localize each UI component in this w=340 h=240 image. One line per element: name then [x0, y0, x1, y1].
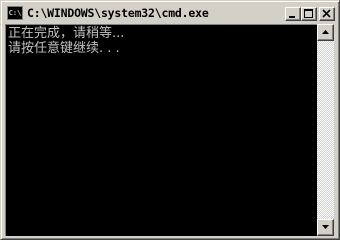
console-line: 正在完成，请稍等... [8, 26, 125, 41]
minimize-icon [289, 16, 295, 18]
minimize-button[interactable] [285, 7, 301, 21]
scroll-down-button[interactable] [317, 219, 334, 236]
maximize-icon [304, 9, 313, 18]
cmd-window: C:\ C:\WINDOWS\system32\cmd.exe 正在完成，请稍等… [0, 0, 340, 240]
window-title: C:\WINDOWS\system32\cmd.exe [27, 6, 209, 20]
console-line: 请按任意键继续. . . [8, 41, 120, 56]
close-button[interactable] [319, 7, 335, 21]
close-icon [322, 9, 331, 18]
arrow-down-icon [322, 225, 329, 229]
title-bar[interactable]: C:\ C:\WINDOWS\system32\cmd.exe [4, 4, 336, 23]
scroll-up-button[interactable] [317, 24, 334, 41]
cmd-icon[interactable]: C:\ [7, 6, 23, 20]
vertical-scrollbar[interactable] [317, 24, 334, 236]
maximize-button[interactable] [301, 7, 317, 21]
console-output[interactable]: 正在完成，请稍等... 请按任意键继续. . . [5, 24, 317, 236]
arrow-up-icon [322, 30, 329, 34]
